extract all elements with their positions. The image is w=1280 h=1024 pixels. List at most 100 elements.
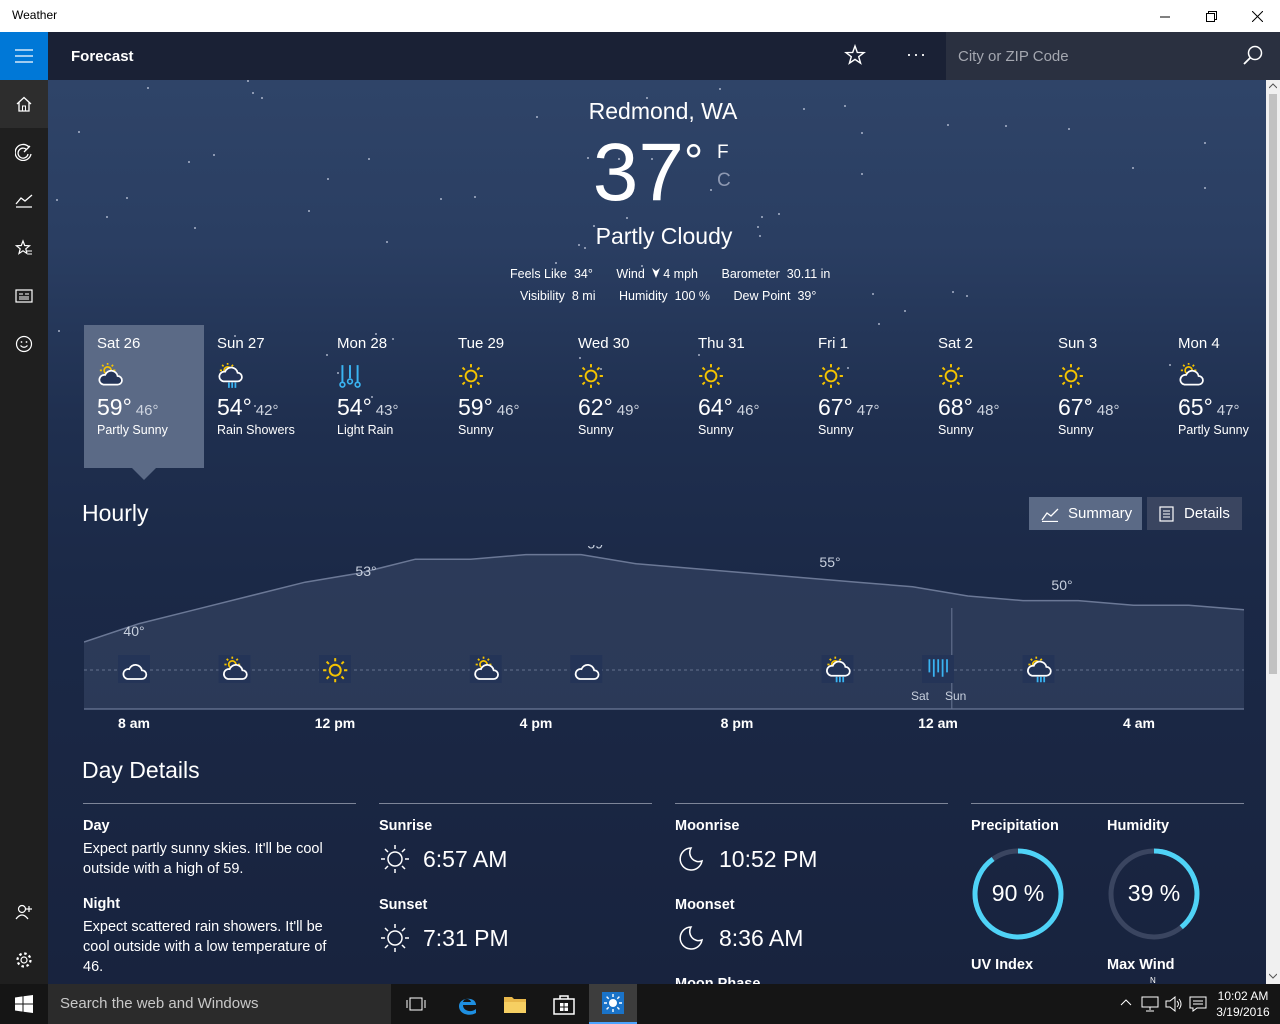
task-view-button[interactable] bbox=[392, 984, 440, 1024]
details-toggle[interactable]: Details bbox=[1147, 497, 1242, 530]
restore-button[interactable] bbox=[1188, 0, 1234, 32]
dew-point-label: Dew Point bbox=[733, 289, 791, 303]
taskbar-search[interactable]: Search the web and Windows bbox=[48, 984, 391, 1024]
daily-forecast-card[interactable]: Fri 1 67° 47° Sunny bbox=[805, 325, 925, 468]
daily-forecast-card[interactable]: Mon 28 54° 43° Light Rain bbox=[324, 325, 444, 468]
current-temp-value: 37 bbox=[592, 127, 684, 218]
favorite-button[interactable] bbox=[844, 43, 880, 68]
star-decoration bbox=[947, 123, 950, 126]
star-decoration bbox=[952, 291, 955, 294]
unit-celsius[interactable]: C bbox=[717, 170, 731, 192]
sun-icon bbox=[579, 364, 603, 388]
precipitation-label: Precipitation bbox=[971, 818, 1059, 834]
weather-window: Weather Forecast ··· Redmond, WA 37° F C… bbox=[0, 0, 1280, 984]
wind-direction-icon bbox=[651, 268, 660, 278]
forecast-temps: 67° 47° bbox=[818, 394, 879, 421]
page-title: Forecast bbox=[71, 48, 134, 65]
scrollbar-thumb[interactable] bbox=[1269, 94, 1277, 674]
hamburger-button[interactable] bbox=[0, 32, 48, 80]
show-hidden-icons[interactable] bbox=[1120, 998, 1132, 1006]
feels-like-value: 34° bbox=[573, 267, 593, 281]
daily-forecast-card[interactable]: Wed 30 62° 49° Sunny bbox=[565, 325, 685, 468]
forecast-temps: 62° 49° bbox=[578, 394, 639, 421]
forecast-day: Sun 27 bbox=[217, 335, 265, 352]
edge-icon bbox=[459, 998, 476, 1015]
windows-logo-icon bbox=[15, 995, 33, 1013]
dew-point-value: 39° bbox=[797, 289, 817, 303]
forecast-low: 46° bbox=[736, 402, 760, 419]
star-decoration bbox=[843, 105, 846, 108]
weather-taskbar-button[interactable] bbox=[589, 984, 637, 1024]
radar-icon bbox=[15, 143, 32, 161]
scrollbar[interactable] bbox=[1266, 80, 1280, 984]
nav-feedback[interactable] bbox=[0, 320, 48, 368]
star-decoration bbox=[187, 160, 190, 163]
forecast-day: Thu 31 bbox=[698, 335, 745, 352]
search-input[interactable] bbox=[946, 32, 1236, 80]
divider bbox=[379, 803, 652, 804]
nav-account[interactable] bbox=[0, 888, 48, 936]
star-decoration bbox=[1204, 142, 1207, 145]
star-decoration bbox=[473, 195, 476, 198]
star-decoration bbox=[718, 87, 721, 90]
visibility-value: 8 mi bbox=[571, 289, 596, 303]
daily-forecast-card[interactable]: Sun 27 54° 42° Rain Showers bbox=[204, 325, 324, 468]
news-icon bbox=[15, 289, 33, 303]
divider bbox=[675, 803, 948, 804]
forecast-day: Mon 4 bbox=[1178, 335, 1220, 352]
minimize-button[interactable] bbox=[1142, 0, 1188, 32]
wind-label: Wind bbox=[616, 267, 645, 281]
forecast-low: 48° bbox=[1096, 402, 1120, 419]
nav-settings[interactable] bbox=[0, 936, 48, 984]
star-decoration bbox=[212, 153, 215, 156]
location-name: Redmond, WA bbox=[588, 98, 738, 124]
nav-forecast[interactable] bbox=[0, 80, 48, 128]
star-decoration bbox=[125, 197, 128, 200]
hourly-time-label: 4 pm bbox=[519, 715, 553, 731]
star-decoration bbox=[194, 226, 197, 229]
sunrise-time: 6:57 AM bbox=[423, 846, 508, 872]
daily-forecast-card[interactable]: Sat 2 68° 48° Sunny bbox=[925, 325, 1045, 468]
star-decoration bbox=[261, 96, 264, 99]
store-button[interactable] bbox=[540, 984, 588, 1024]
day-details-title: Day Details bbox=[82, 757, 200, 783]
current-temp: 37° bbox=[588, 128, 708, 218]
forecast-high: 68° bbox=[938, 394, 973, 420]
humidity-value: 100 % bbox=[674, 289, 711, 303]
search-button[interactable] bbox=[1242, 45, 1264, 72]
more-options-button[interactable]: ··· bbox=[906, 44, 936, 68]
hourly-temp-label: 55° bbox=[819, 554, 840, 570]
app-header: Forecast ··· bbox=[48, 32, 1280, 80]
file-explorer-button[interactable] bbox=[491, 984, 539, 1024]
close-button[interactable] bbox=[1234, 0, 1280, 32]
daily-forecast-card[interactable]: Thu 31 64° 46° Sunny bbox=[685, 325, 805, 468]
divider bbox=[971, 803, 1244, 804]
nav-historical[interactable] bbox=[0, 176, 48, 224]
daily-forecast-card[interactable]: Mon 4 65° 47° Partly Sunny bbox=[1165, 325, 1266, 468]
forecast-day: Fri 1 bbox=[818, 335, 848, 352]
daily-forecast-card[interactable]: Sun 3 67° 48° Sunny bbox=[1045, 325, 1165, 468]
action-center-icon[interactable] bbox=[1189, 996, 1207, 1012]
forecast-low: 42° bbox=[255, 402, 279, 419]
nav-places[interactable] bbox=[0, 224, 48, 272]
network-icon[interactable] bbox=[1141, 996, 1159, 1012]
hourly-chart: 40°53°59°55°50°48°SatSun bbox=[84, 545, 1244, 710]
forecast-day: Sat 2 bbox=[938, 335, 974, 352]
summary-toggle[interactable]: Summary bbox=[1029, 497, 1142, 530]
minimize-icon bbox=[1159, 16, 1170, 17]
unit-fahrenheit[interactable]: F bbox=[717, 142, 729, 164]
daily-forecast-card[interactable]: Tue 29 59° 46° Sunny bbox=[445, 325, 565, 468]
nav-news[interactable] bbox=[0, 272, 48, 320]
clock-time: 10:02 AM bbox=[1217, 989, 1269, 1003]
forecast-day: Sat 26 bbox=[97, 335, 141, 352]
volume-icon[interactable] bbox=[1165, 996, 1183, 1012]
clock[interactable]: 10:02 AM 3/19/2016 bbox=[1212, 988, 1274, 1020]
conditions-row-1: Feels Like 34° Wind 4 mph Barometer 30.1… bbox=[510, 267, 830, 281]
search-icon bbox=[1243, 45, 1263, 65]
edge-button[interactable] bbox=[443, 984, 491, 1024]
nav-maps[interactable] bbox=[0, 128, 48, 176]
start-button[interactable] bbox=[0, 984, 48, 1024]
hourly-temp-label: 53° bbox=[355, 563, 376, 579]
star-decoration bbox=[56, 198, 59, 201]
daily-forecast-card[interactable]: Sat 26 59° 46° Partly Sunny bbox=[84, 325, 204, 468]
